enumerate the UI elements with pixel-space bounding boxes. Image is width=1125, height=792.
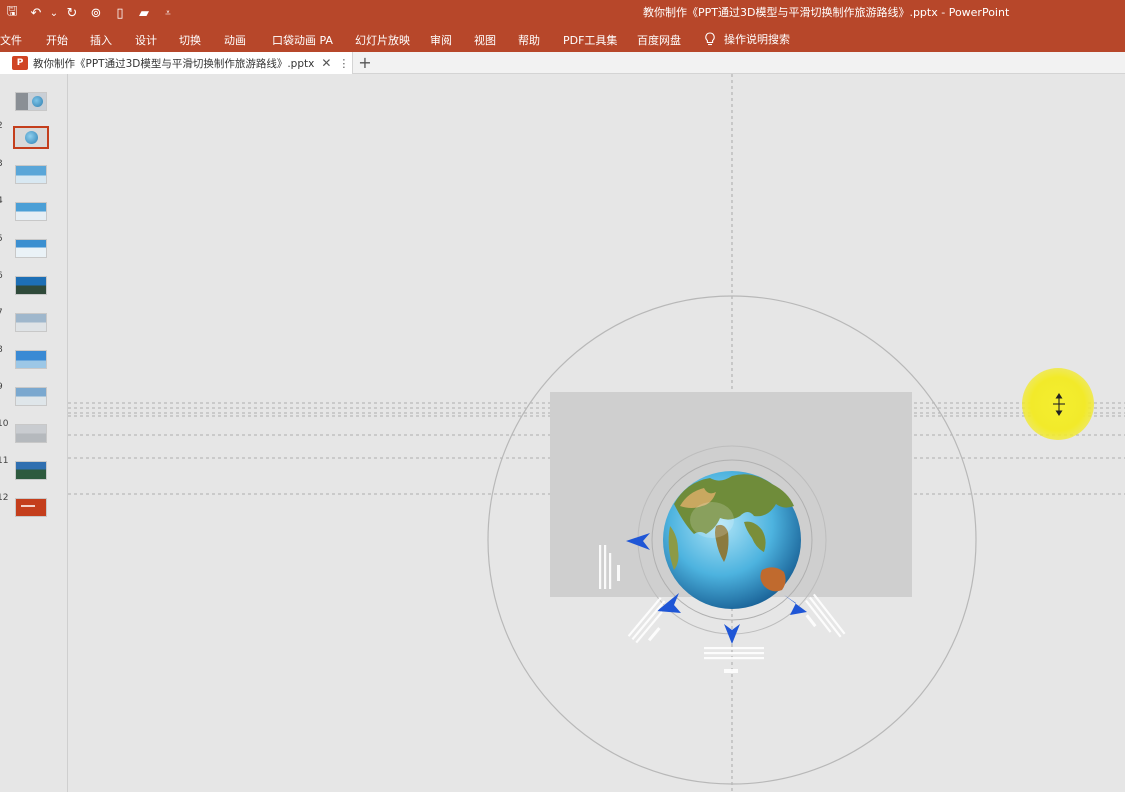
slide-number: 3: [0, 159, 3, 169]
tab-home[interactable]: 开始: [46, 32, 68, 48]
tab-more-icon[interactable]: ⋮: [338, 57, 349, 70]
slide-thumbnail-selected[interactable]: [13, 126, 49, 149]
slide-stage: [68, 74, 1125, 792]
quick-access-toolbar: 🖫 ↶ ⌄ ↻ ⊚ ▯ ▰ ⩡: [0, 0, 180, 26]
tell-me-search[interactable]: 操作说明搜索: [704, 31, 790, 47]
ribbon-tabs: 文件 开始 插入 设计 切换 动画 口袋动画 PA 幻灯片放映 审阅 视图 帮助…: [0, 26, 1125, 52]
tab-baidu-netdisk[interactable]: 百度网盘: [637, 32, 681, 48]
lightbulb-icon: [705, 32, 715, 46]
tab-help[interactable]: 帮助: [518, 32, 540, 48]
slide-number: 4: [0, 196, 3, 206]
document-tab-strip: P 教你制作《PPT通过3D模型与平滑切换制作旅游路线》.pptx ✕ ⋮ +: [0, 52, 1125, 74]
tab-design[interactable]: 设计: [135, 32, 157, 48]
laser-pointer: [1022, 368, 1094, 440]
tab-file[interactable]: 文件: [0, 32, 22, 48]
document-tab[interactable]: P 教你制作《PPT通过3D模型与平滑切换制作旅游路线》.pptx ✕ ⋮: [0, 52, 353, 74]
slide-number: 10: [0, 419, 9, 429]
customize-qat-icon[interactable]: ⩡: [156, 2, 180, 24]
slide-thumbnail[interactable]: [15, 461, 47, 480]
slide-thumbnail[interactable]: [15, 165, 47, 184]
tell-me-label: 操作说明搜索: [724, 33, 790, 46]
slide-thumbnail[interactable]: [15, 239, 47, 258]
slide-number: 6: [0, 271, 3, 281]
new-file-icon[interactable]: ▯: [108, 2, 132, 24]
tab-insert[interactable]: 插入: [90, 32, 112, 48]
slide-canvas[interactable]: [68, 74, 1125, 792]
slide-thumbnail[interactable]: [15, 350, 47, 369]
slide-thumbnail[interactable]: [15, 387, 47, 406]
start-from-beginning-icon[interactable]: ⊚: [84, 2, 108, 24]
slide-number: 12: [0, 493, 9, 503]
slide-number: 8: [0, 345, 3, 355]
document-tab-name: 教你制作《PPT通过3D模型与平滑切换制作旅游路线》.pptx: [33, 57, 315, 70]
slide-thumbnail[interactable]: [15, 313, 47, 332]
save-icon[interactable]: 🖫: [0, 2, 24, 24]
tab-transitions[interactable]: 切换: [179, 32, 201, 48]
slide-number: 2: [0, 121, 3, 131]
powerpoint-window: 🖫 ↶ ⌄ ↻ ⊚ ▯ ▰ ⩡ 教你制作《PPT通过3D模型与平滑切换制作旅游路…: [0, 0, 1125, 792]
tab-review[interactable]: 审阅: [430, 32, 452, 48]
undo-dropdown-icon[interactable]: ⌄: [48, 2, 60, 24]
tab-animations[interactable]: 动画: [224, 32, 246, 48]
slide-thumbnail[interactable]: [15, 202, 47, 221]
tab-view[interactable]: 视图: [474, 32, 496, 48]
slide-number: 9: [0, 382, 3, 392]
slide-number: 5: [0, 234, 3, 244]
title-bar: 🖫 ↶ ⌄ ↻ ⊚ ▯ ▰ ⩡ 教你制作《PPT通过3D模型与平滑切换制作旅游路…: [0, 0, 1125, 26]
slide-thumbnail[interactable]: [15, 424, 47, 443]
open-folder-icon[interactable]: ▰: [132, 2, 156, 24]
new-tab-button[interactable]: +: [356, 53, 374, 73]
slide-number: 7: [0, 308, 3, 318]
window-title: 教你制作《PPT通过3D模型与平滑切换制作旅游路线》.pptx - PowerP…: [643, 6, 1010, 19]
undo-icon[interactable]: ↶: [24, 2, 48, 24]
slide-number: 11: [0, 456, 9, 466]
tab-slide-show[interactable]: 幻灯片放映: [355, 32, 410, 48]
3d-globe-model[interactable]: [663, 471, 801, 609]
redo-icon[interactable]: ↻: [60, 2, 84, 24]
slide-thumbnail-panel[interactable]: 2 3 4 5 6 7 8 9 10 11 12: [0, 74, 68, 792]
close-tab-icon[interactable]: ✕: [321, 56, 331, 70]
slide-thumbnail[interactable]: [15, 276, 47, 295]
tab-pdf-tools[interactable]: PDF工具集: [563, 32, 617, 48]
powerpoint-file-icon: P: [12, 56, 28, 70]
slide-thumbnail[interactable]: [15, 92, 47, 111]
slide-thumbnail[interactable]: [15, 498, 47, 517]
tab-pocket-animation[interactable]: 口袋动画 PA: [272, 32, 333, 48]
